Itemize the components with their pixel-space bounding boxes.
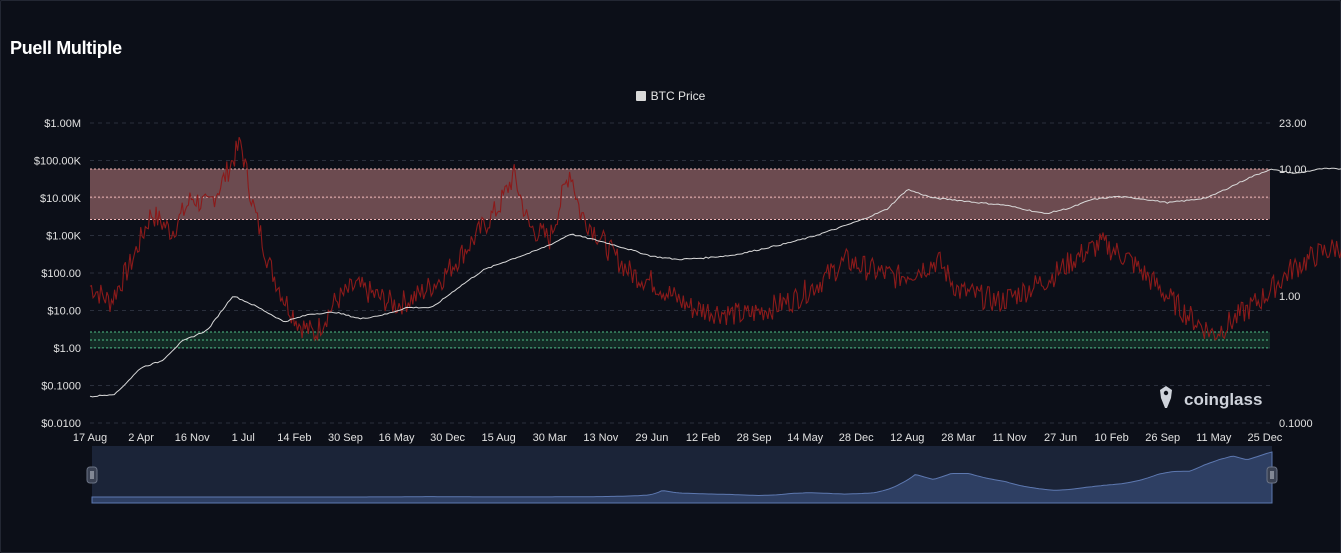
high-zone-band — [90, 168, 1270, 220]
x-tick-label: 27 Jun — [1044, 432, 1077, 444]
y-left-tick-label: $0.1000 — [41, 381, 81, 393]
x-tick-label: 30 Sep — [328, 432, 363, 444]
y-right-tick-label: 23.00 — [1279, 118, 1307, 130]
y-left-tick-label: $1.00 — [53, 343, 81, 355]
x-tick-label: 17 Aug — [73, 432, 107, 444]
x-tick-label: 12 Feb — [686, 432, 720, 444]
handle-grip[interactable] — [86, 466, 98, 484]
watermark-text: coinglass — [1184, 390, 1262, 409]
y-left-tick-label: $1.00M — [44, 118, 81, 130]
x-tick-label: 11 Nov — [992, 432, 1027, 444]
x-tick-label: 26 Sep — [1145, 432, 1180, 444]
zones — [90, 168, 1270, 349]
navigator-handle-right[interactable] — [1266, 466, 1278, 484]
watermark: coinglass — [1160, 386, 1262, 409]
y-left-tick-label: $1.00K — [46, 231, 82, 243]
x-tick-label: 10 Feb — [1095, 432, 1129, 444]
y-left-tick-label: $100.00K — [34, 156, 82, 168]
x-tick-label: 2 Apr — [128, 432, 154, 444]
y-right-tick-label: 1.00 — [1279, 291, 1300, 303]
coinglass-logo-icon — [1160, 386, 1172, 408]
y-left-tick-label: $10.00K — [40, 193, 82, 205]
x-tick-label: 14 May — [787, 432, 824, 444]
axes: $1.00M $100.00K $10.00K $1.00K $100.00 $10.00… — [34, 118, 1313, 444]
handle-grip[interactable] — [1266, 466, 1278, 484]
x-tick-label: 30 Dec — [430, 432, 465, 444]
y-left-tick-label: $100.00 — [41, 268, 81, 280]
x-tick-label: 11 May — [1196, 432, 1232, 444]
x-tick-label: 1 Jul — [232, 432, 255, 444]
puell-multiple-chart: $1.00M $100.00K $10.00K $1.00K $100.00 $10.00… — [34, 118, 1341, 504]
y-right-tick-label: 0.1000 — [1279, 418, 1313, 430]
x-tick-label: 15 Aug — [482, 432, 516, 444]
navigator-handle-left[interactable] — [86, 466, 98, 484]
x-tick-label: 28 Dec — [839, 432, 874, 444]
y-left-tick-label: $0.0100 — [41, 418, 81, 430]
series-line-puell-multiple — [89, 136, 1341, 342]
x-tick-label: 29 Jun — [635, 432, 668, 444]
x-tick-label: 28 Mar — [941, 432, 976, 444]
x-tick-label: 13 Nov — [583, 432, 618, 444]
y-right-tick-label: 10.00 — [1279, 164, 1307, 176]
x-tick-label: 14 Feb — [277, 432, 311, 444]
x-tick-label: 28 Sep — [737, 432, 772, 444]
x-tick-label: 12 Aug — [890, 432, 924, 444]
range-navigator[interactable] — [86, 446, 1278, 504]
x-tick-label: 25 Dec — [1247, 432, 1282, 444]
x-tick-label: 16 Nov — [175, 432, 210, 444]
x-tick-label: 30 Mar — [533, 432, 568, 444]
x-tick-label: 16 May — [378, 432, 415, 444]
grid-lines — [90, 122, 1270, 424]
y-left-tick-label: $10.00 — [47, 306, 81, 318]
